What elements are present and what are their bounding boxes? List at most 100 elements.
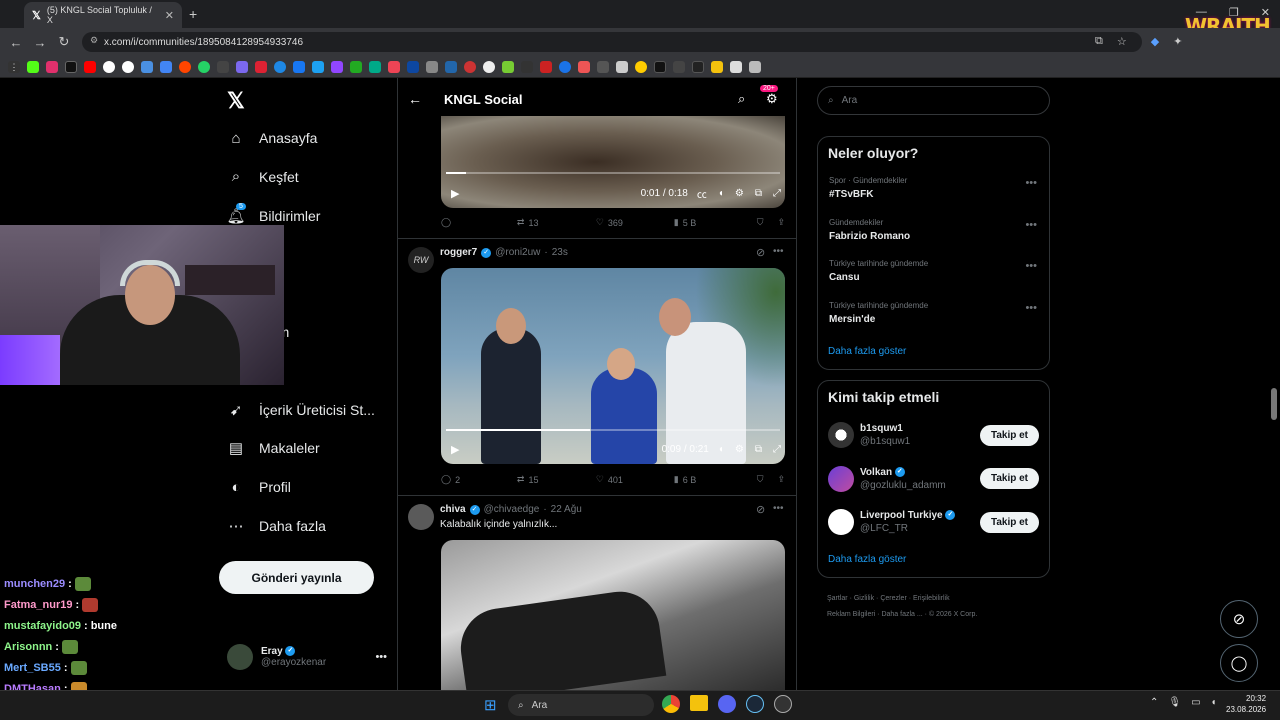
- chat-username[interactable]: Mert_SB55: [4, 662, 61, 674]
- bookmark-x-icon[interactable]: [65, 60, 77, 73]
- chat-username[interactable]: Fatma_nur19: [4, 599, 72, 611]
- sidebar-item-1[interactable]: ⌕ Keşfet: [227, 168, 299, 186]
- chrome-icon[interactable]: [662, 695, 680, 713]
- video-progress-track[interactable]: [446, 172, 780, 174]
- who-to-follow-item[interactable]: Volkan ✓ @gozluklu_adamm Takip et: [828, 463, 1039, 495]
- search-icon[interactable]: ⌕: [738, 91, 745, 107]
- bookmark-icon[interactable]: [597, 60, 609, 73]
- puzzle-icon[interactable]: ✦: [1173, 35, 1182, 48]
- bookmark-whatsapp-icon[interactable]: [198, 60, 210, 73]
- trend-item[interactable]: Gündemdekiler Fabrizio Romano: [829, 218, 910, 242]
- bookmark-google-icon[interactable]: [103, 60, 115, 73]
- follow-button[interactable]: Takip et: [980, 511, 1039, 533]
- extension-icon[interactable]: ◆: [1151, 35, 1159, 48]
- more-dots-icon[interactable]: •••: [1025, 177, 1037, 189]
- bookmark-icon[interactable]: [217, 60, 229, 73]
- bookmark-icon[interactable]: [730, 60, 742, 73]
- messages-fab-icon[interactable]: ◯: [1220, 644, 1258, 682]
- author-handle[interactable]: @roni2uw: [495, 247, 540, 258]
- back-icon[interactable]: ←: [4, 35, 28, 50]
- avatar[interactable]: RW: [408, 247, 434, 273]
- share-icon[interactable]: ⇪: [777, 474, 785, 485]
- grok-icon[interactable]: ⊘: [756, 246, 765, 259]
- bookmark-icon[interactable]: [616, 60, 628, 73]
- trend-item[interactable]: Türkiye tarihinde gündemde Mersin'de: [829, 301, 928, 325]
- post-time[interactable]: 22 Ağu: [551, 504, 582, 515]
- bookmark-icon[interactable]: [540, 60, 552, 73]
- more-dots-icon[interactable]: •••: [1025, 260, 1037, 272]
- bookmark-icon[interactable]: [559, 60, 571, 73]
- bookmark-facebook-icon[interactable]: [293, 60, 305, 73]
- sidebar-item-10[interactable]: ⋯ Daha fazla: [227, 517, 326, 535]
- views-button[interactable]: ▮ 6 B: [674, 474, 757, 485]
- bookmark-reddit-icon[interactable]: [179, 60, 191, 73]
- pip-icon[interactable]: ⧉: [755, 188, 762, 199]
- play-icon[interactable]: ▶: [451, 187, 459, 200]
- bookmark-icon[interactable]: [407, 60, 419, 73]
- bookmark-icon[interactable]: [521, 60, 533, 73]
- bookmark-icon[interactable]: [483, 60, 495, 73]
- app-icon[interactable]: [774, 695, 792, 713]
- chat-username[interactable]: Arisonnn: [4, 641, 52, 653]
- like-button[interactable]: ♡ 401: [596, 474, 674, 485]
- x-logo-icon[interactable]: 𝕏: [227, 88, 245, 114]
- footer-link[interactable]: Çerezler: [880, 595, 906, 602]
- chat-username[interactable]: mustafayido09: [4, 620, 81, 632]
- footer-link[interactable]: © 2026 X Corp.: [929, 611, 977, 618]
- steam-icon[interactable]: [746, 695, 764, 713]
- url-bar[interactable]: ⚙ x.com/i/communities/189508412895493374…: [82, 32, 1142, 52]
- video-player[interactable]: ▶ 0:01 / 0:18 ㏄ ◖ ⚙ ⧉ ⤢: [441, 116, 785, 208]
- bookmark-icon[interactable]: [464, 60, 476, 73]
- fullscreen-icon[interactable]: ⤢: [773, 188, 781, 199]
- reload-icon[interactable]: ↻: [52, 34, 76, 50]
- bookmark-icon[interactable]: [502, 60, 514, 73]
- install-icon[interactable]: ⧉: [1095, 35, 1103, 48]
- show-more-link[interactable]: Daha fazla göster: [828, 554, 906, 565]
- author-name[interactable]: rogger7: [440, 247, 477, 258]
- apps-icon[interactable]: ⋮: [8, 60, 20, 73]
- video-player[interactable]: ▶ 0:09 / 0:21 ◖ ⚙ ⧉ ⤢: [441, 268, 785, 464]
- grok-fab-icon[interactable]: ⊘: [1220, 600, 1258, 638]
- footer-link[interactable]: Şartlar: [827, 595, 848, 602]
- pip-icon[interactable]: ⧉: [755, 444, 762, 455]
- bookmark-icon[interactable]: [445, 60, 457, 73]
- post-button[interactable]: Gönderi yayınla: [219, 561, 374, 594]
- avatar[interactable]: [408, 504, 434, 530]
- bookmark-icon[interactable]: [578, 60, 590, 73]
- follow-button[interactable]: Takip et: [980, 468, 1039, 489]
- tab-close-icon[interactable]: ✕: [165, 9, 174, 22]
- footer-link[interactable]: Reklam Bilgileri: [827, 611, 875, 618]
- settings-icon[interactable]: ⚙: [735, 444, 744, 455]
- bookmark-icon[interactable]: [312, 60, 324, 73]
- like-button[interactable]: ♡ 369: [596, 217, 674, 228]
- bookmark-folder-icon[interactable]: [711, 60, 723, 73]
- trend-item[interactable]: Türkiye tarihinde gündemde Cansu: [829, 259, 928, 283]
- search-input[interactable]: ⌕ Ara: [817, 86, 1050, 115]
- follow-button[interactable]: Takip et: [980, 424, 1039, 446]
- bookmark-icon[interactable]: [369, 60, 381, 73]
- explorer-icon[interactable]: [690, 695, 708, 711]
- volume-icon[interactable]: ◖: [718, 444, 724, 455]
- grok-icon[interactable]: ⊘: [756, 503, 765, 516]
- site-info-icon[interactable]: ⚙: [90, 35, 98, 46]
- repost-button[interactable]: ⇄ 15: [517, 474, 596, 485]
- windows-start-icon[interactable]: ⊞: [484, 696, 497, 714]
- author-name[interactable]: chiva: [440, 504, 466, 515]
- mic-icon[interactable]: 🎙: [1168, 697, 1181, 708]
- account-switcher[interactable]: Eray ✓ @erayozkenar •••: [227, 644, 387, 670]
- more-dots-icon[interactable]: •••: [1025, 302, 1037, 314]
- views-button[interactable]: ▮ 5 B: [674, 217, 757, 228]
- play-icon[interactable]: ▶: [451, 443, 459, 456]
- taskbar-search[interactable]: ⌕ Ara: [508, 694, 654, 716]
- bookmark-youtube-icon[interactable]: [84, 60, 96, 73]
- bookmark-icon[interactable]: [749, 60, 761, 73]
- speaker-icon[interactable]: ◖: [1211, 697, 1217, 708]
- footer-link[interactable]: Daha fazla ...: [881, 611, 922, 618]
- who-to-follow-item[interactable]: b1squw1 @b1squw1 Takip et: [828, 419, 1039, 451]
- fullscreen-icon[interactable]: ⤢: [773, 444, 781, 455]
- captions-icon[interactable]: ㏄: [697, 186, 707, 201]
- bookmark-icon[interactable]: [236, 60, 248, 73]
- network-icon[interactable]: ▭: [1191, 697, 1200, 708]
- bookmark-icon[interactable]: [255, 60, 267, 73]
- bookmark-icon[interactable]: ⛉: [757, 474, 764, 485]
